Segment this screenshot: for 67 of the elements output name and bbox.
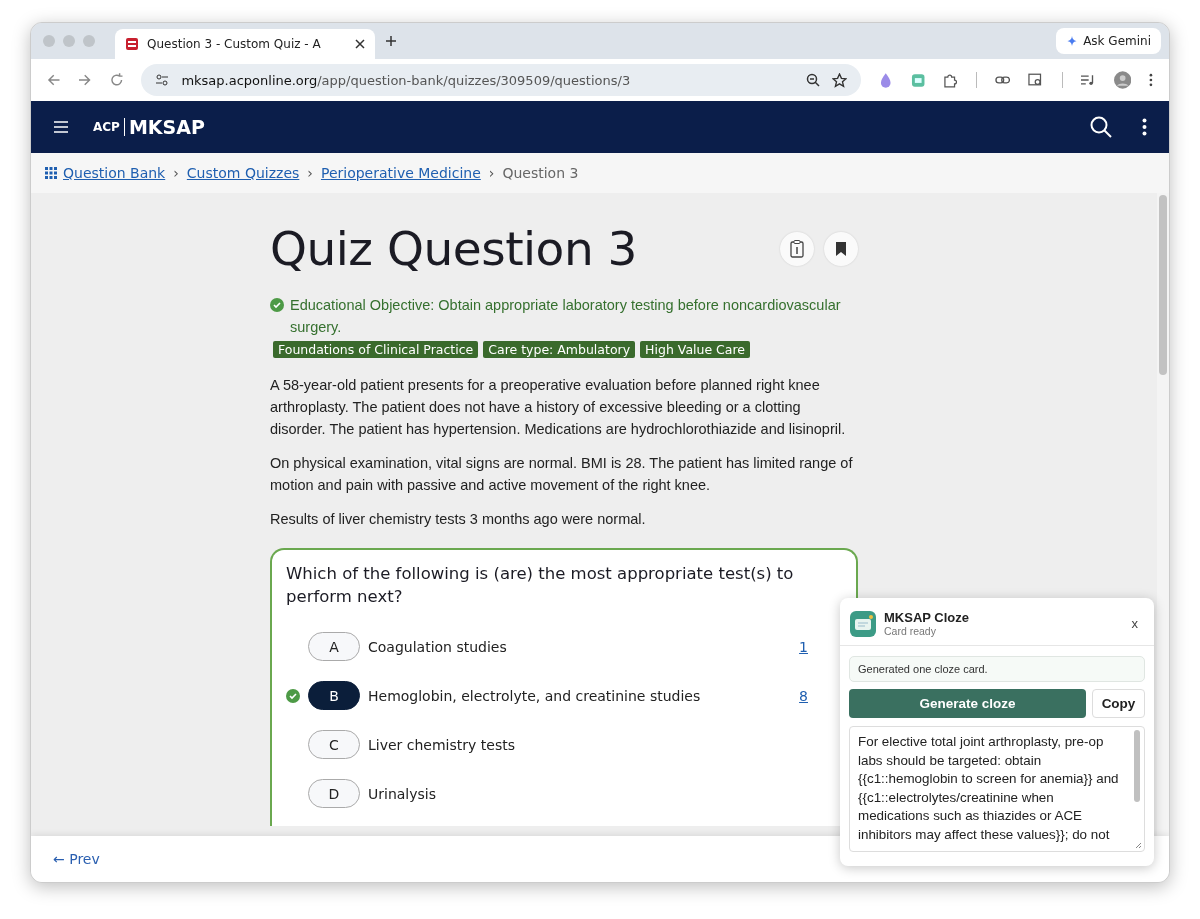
breadcrumb-current: Question 3 <box>502 165 579 181</box>
breadcrumb-separator: › <box>487 165 496 181</box>
link-icon[interactable] <box>994 75 1011 85</box>
close-icon[interactable] <box>355 39 365 49</box>
option-text: Hemoglobin, electrolyte, and creatinine studies <box>368 687 701 704</box>
site-settings-icon[interactable] <box>155 73 170 87</box>
reload-icon[interactable] <box>109 73 124 87</box>
puzzle-icon[interactable] <box>943 72 958 88</box>
breadcrumb-separator: › <box>172 165 180 181</box>
copy-button[interactable]: Copy <box>1092 689 1145 718</box>
new-tab-icon[interactable] <box>385 35 397 47</box>
breadcrumb-link[interactable]: Perioperative Medicine <box>320 165 481 181</box>
option-text: Liver chemistry tests <box>368 736 515 753</box>
card-text-area[interactable]: For elective total joint arthroplasty, pre-op labs should be targeted: obtain {{c1::hemoglobin to screen for anemia}} and {{c1::electrolytes/creatinine when medications such as thiazides or ACE inhibitors may affect these values}}; do not <box>849 726 1145 852</box>
scrollbar-thumb[interactable] <box>1159 195 1167 375</box>
breadcrumb-link[interactable]: Question Bank <box>63 165 166 181</box>
popup-title: MKSAP Cloze <box>884 610 969 625</box>
percent-link[interactable]: 1 <box>799 638 808 655</box>
clipboard-info-icon <box>790 239 804 258</box>
option-button[interactable]: C <box>308 730 360 759</box>
option-text: Coagulation studies <box>368 638 507 655</box>
app-icon <box>850 610 876 637</box>
forward-icon[interactable] <box>78 73 92 87</box>
zoom-icon[interactable] <box>806 73 821 87</box>
grid-icon[interactable] <box>45 167 57 179</box>
info-button[interactable] <box>780 231 814 266</box>
educational-objective: Educational Objective: Obtain appropriate laboratory testing before noncardiovascular surgery. <box>290 296 842 337</box>
popup-status: Card ready <box>884 625 937 637</box>
paragraph: On physical examination, vital signs are normal. BMI is 28. The patient has limited range of motion and pain with passive and active movement of the right knee. <box>270 454 854 495</box>
more-icon[interactable] <box>1149 73 1153 87</box>
search-icon[interactable] <box>1090 116 1112 138</box>
star-icon[interactable] <box>832 72 848 88</box>
site-logo-icon <box>125 37 139 51</box>
percent-link[interactable]: 8 <box>799 687 808 704</box>
back-icon[interactable] <box>47 73 61 87</box>
bookmark-button[interactable] <box>824 231 858 266</box>
check-icon <box>270 298 284 312</box>
avatar-icon[interactable] <box>1113 71 1132 89</box>
resize-grip-icon[interactable] <box>1134 841 1142 849</box>
ask-gemini-button[interactable]: Ask Gemini <box>1056 28 1161 54</box>
paragraph: A 58-year-old patient presents for a preoperative evaluation before planned right knee arthroplasty. The patient does not have a history of excessive bleeding or a clotting disorder. The patient has hypertension. Medications are hydrochlorothiazide and lisinopril. <box>270 376 847 439</box>
option-button[interactable]: B <box>308 681 360 710</box>
option-button[interactable]: D <box>308 779 360 808</box>
tag: Foundations of Clinical Practice <box>273 341 479 358</box>
logo-text[interactable]: ACP <box>93 120 120 134</box>
option-button[interactable]: A <box>308 632 360 661</box>
browser-tab[interactable]: Question 3 - Custom Quiz - A <box>115 29 375 59</box>
tag: High Value Care <box>640 341 751 358</box>
tag: Care type: Ambulatory <box>483 341 636 358</box>
more-icon[interactable] <box>1142 118 1147 136</box>
page-search-icon[interactable] <box>1028 73 1044 87</box>
breadcrumb-link[interactable]: Custom Quizzes <box>186 165 300 181</box>
menu-icon[interactable] <box>53 121 69 133</box>
prev-link[interactable]: ← Prev <box>53 851 100 867</box>
option-text: Urinalysis <box>368 785 436 802</box>
page-title: Quiz Question 3 <box>270 221 637 276</box>
generate-button[interactable]: Generate cloze <box>849 689 1086 718</box>
bookmark-icon <box>835 240 847 257</box>
status-message: Generated one cloze card. <box>849 656 1145 682</box>
breadcrumb-separator: › <box>306 165 314 181</box>
media-icon[interactable] <box>1080 73 1096 87</box>
extension-icon[interactable] <box>879 72 893 88</box>
paragraph: Results of liver chemistry tests 3 months ago were normal. <box>270 510 647 529</box>
question-text: Which of the following is (are) the most appropriate test(s) to perform next? <box>286 563 795 608</box>
address-bar[interactable]: mksap.acponline.org/app/question-bank/quizzes/309509/questions/3 <box>141 64 862 96</box>
close-button[interactable]: x <box>1125 615 1144 632</box>
logo-text[interactable]: MKSAP <box>128 116 205 138</box>
